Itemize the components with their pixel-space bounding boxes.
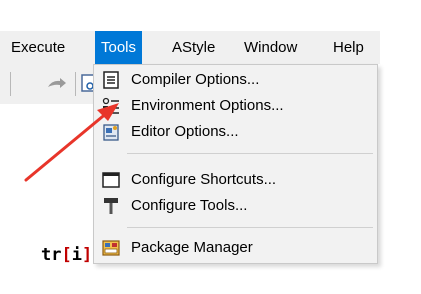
package-manager-icon bbox=[102, 240, 120, 256]
tools-dropdown-menu: Compiler Options... Environment Options.… bbox=[93, 64, 378, 264]
menu-item-package-manager[interactable]: Package Manager bbox=[94, 235, 377, 261]
menu-item-label: Editor Options... bbox=[131, 123, 239, 140]
menu-item-configure-tools[interactable]: Configure Tools... bbox=[94, 193, 377, 219]
forward-arrow-icon[interactable] bbox=[46, 76, 68, 92]
menu-item-label: Environment Options... bbox=[131, 97, 284, 114]
menu-item-label: Configure Shortcuts... bbox=[131, 171, 277, 188]
menu-item-editor-options[interactable]: Editor Options... bbox=[94, 119, 377, 145]
code-line: tr[i]; bbox=[0, 216, 102, 265]
code-bracket: [ bbox=[61, 245, 72, 265]
menu-item-label: Configure Tools... bbox=[131, 197, 248, 214]
toolbar-separator bbox=[75, 72, 76, 96]
menu-bar: Execute Tools AStyle Window Help bbox=[0, 31, 380, 64]
menu-item-label: Compiler Options... bbox=[131, 71, 260, 88]
code-editor[interactable]: tr[i]; bbox=[0, 104, 102, 265]
shortcuts-icon bbox=[102, 172, 120, 188]
toolbar bbox=[0, 64, 95, 104]
editor-options-icon bbox=[103, 124, 119, 141]
environment-options-icon bbox=[102, 97, 119, 114]
menu-execute[interactable]: Execute bbox=[11, 31, 65, 64]
toolbar-separator bbox=[10, 72, 11, 96]
menu-tools[interactable]: Tools bbox=[95, 31, 143, 64]
menu-item-environment-options[interactable]: Environment Options... bbox=[94, 93, 377, 119]
code-index: i bbox=[71, 245, 82, 265]
menu-window[interactable]: Window bbox=[244, 31, 297, 64]
compiler-options-icon bbox=[103, 71, 119, 89]
menu-item-label: Package Manager bbox=[131, 239, 253, 256]
code-identifier: tr bbox=[40, 245, 62, 265]
menu-item-compiler-options[interactable]: Compiler Options... bbox=[94, 67, 377, 93]
menu-astyle[interactable]: AStyle bbox=[172, 31, 215, 64]
menu-separator bbox=[127, 227, 373, 228]
menu-separator bbox=[127, 153, 373, 154]
menu-item-configure-shortcuts[interactable]: Configure Shortcuts... bbox=[94, 167, 377, 193]
hammer-icon bbox=[104, 198, 118, 214]
menu-help[interactable]: Help bbox=[333, 31, 364, 64]
